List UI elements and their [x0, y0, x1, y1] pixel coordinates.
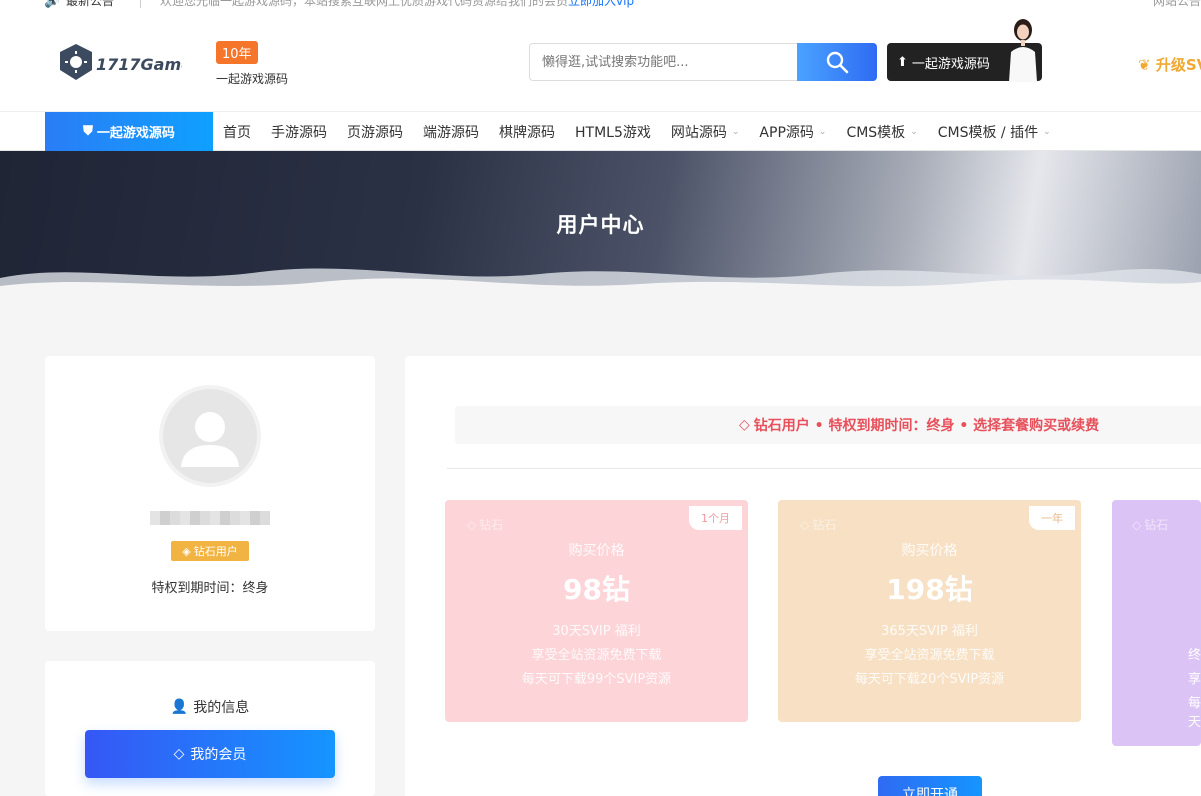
- chevron-down-icon: ⌄: [1043, 126, 1051, 137]
- nav-item[interactable]: APP源码 ⌄: [749, 112, 836, 151]
- site-subtitle: 一起游戏源码: [216, 72, 289, 86]
- nav-item-label: HTML5游戏: [575, 124, 651, 141]
- plan-benefit: 30天SVIP 福利: [552, 624, 641, 639]
- plan-benefit: 享受全站资源免费下载: [531, 648, 662, 663]
- plan-price: 198钻: [886, 573, 973, 606]
- plan-card-lifetime[interactable]: ◇ 钻石 终 享 每天: [1112, 500, 1201, 746]
- plan-corner: ◇ 钻石: [800, 517, 837, 533]
- nav-item-label: 首页: [223, 124, 251, 141]
- nav-item[interactable]: 棋牌源码: [489, 112, 565, 151]
- nav-item[interactable]: 页游源码: [337, 112, 413, 151]
- nav-item[interactable]: 网站源码 ⌄: [661, 112, 750, 151]
- chevron-down-icon: ⌄: [818, 126, 827, 137]
- main-nav: ⛊ 一起游戏源码 首页 手游源码 页游源码 端游源码 棋牌源码 HTML5游戏 网站源码 ⌄ A…: [0, 111, 1201, 151]
- user-menu-card: 👤 我的信息 ◇ 我的会员: [45, 661, 375, 796]
- plan-caption: 购买价格: [568, 543, 625, 559]
- plan-caption: 购买价格: [901, 543, 958, 559]
- nav-item-label: 手游源码: [271, 124, 327, 141]
- chevron-down-icon: ⌄: [731, 126, 740, 137]
- nav-item[interactable]: 手游源码: [261, 112, 337, 151]
- nav-item-label: 页游源码: [347, 124, 403, 141]
- divider: [447, 468, 1201, 469]
- nav-item-label: APP源码: [759, 124, 814, 141]
- nav-item-label: 端游源码: [423, 124, 479, 141]
- nav-item[interactable]: HTML5游戏: [565, 112, 661, 151]
- divider: [140, 0, 141, 8]
- expire-text: 特权到期时间：终身: [151, 581, 269, 596]
- logo-text: 1717Game: [96, 55, 182, 74]
- nav-item[interactable]: 首页: [213, 112, 261, 151]
- plan-benefit: 享受全站资源免费下载: [864, 648, 995, 663]
- plan-benefit: 每天可下载99个SVIP资源: [521, 672, 672, 687]
- plan-duration-tag: 一年: [1029, 506, 1075, 530]
- upgrade-svip-link[interactable]: ❦ 升级SVIP: [1138, 54, 1201, 75]
- menu-my-info[interactable]: 👤 我的信息: [45, 697, 375, 717]
- announcement-label: 最新公告: [66, 0, 115, 8]
- nav-item-label: 棋牌源码: [499, 124, 555, 141]
- announcement-bar: 🔊 最新公告 欢迎您光临一起游戏源码，本站搜索互联网上优质游戏代码资源给我们的会…: [0, 0, 1201, 14]
- plan-corner: ◇ 钻石: [467, 517, 504, 533]
- buy-now-button[interactable]: 立即开通: [878, 776, 982, 796]
- upload-icon: ⬆: [897, 54, 908, 70]
- username-blurred: [150, 511, 270, 525]
- plan-benefit-fragment: 每天: [1188, 696, 1201, 730]
- avatar[interactable]: [159, 385, 261, 487]
- wings-icon: ❦: [1138, 56, 1151, 74]
- menu-my-vip[interactable]: ◇ 我的会员: [85, 730, 335, 778]
- plan-card-monthly[interactable]: ◇ 钻石 1个月 购买价格 98钻 30天SVIP 福利 享受全站资源免费下载 每…: [445, 500, 748, 722]
- person-icon: 👤: [170, 699, 189, 715]
- plan-price: 98钻: [563, 573, 630, 606]
- plan-benefit: 每天可下载20个SVIP资源: [854, 672, 1005, 687]
- vip-badge: ◈ 钻石用户: [171, 541, 249, 561]
- search-icon: [826, 51, 849, 74]
- plan-duration-tag: 1个月: [689, 506, 742, 530]
- profile-card: ◈ 钻石用户 特权到期时间：终身: [45, 356, 375, 631]
- search-input[interactable]: [529, 43, 797, 81]
- diamond-icon: ◇: [1132, 517, 1142, 532]
- user-icon: [163, 389, 257, 483]
- search-button[interactable]: [797, 43, 877, 81]
- diamond-icon: ◇: [467, 517, 477, 532]
- diamond-icon: ◈: [182, 544, 191, 558]
- diamond-icon: ◇: [173, 746, 185, 762]
- nav-item[interactable]: 端游源码: [413, 112, 489, 151]
- plan-benefit: 365天SVIP 福利: [881, 624, 978, 639]
- site-header: 1717Game 10年 一起游戏源码 ⬆ 一起游戏源码 ❦ 升级SVIP: [0, 14, 1201, 111]
- vip-status-text: ◇ 钻石用户 • 特权到期时间：终身 • 选择套餐购买或续费: [739, 417, 1100, 434]
- nav-item-label: CMS模板 / 插件: [937, 124, 1039, 141]
- plan-card-yearly[interactable]: ◇ 钻石 一年 购买价格 198钻 365天SVIP 福利 享受全站资源免费下载 …: [778, 500, 1081, 722]
- nav-brand[interactable]: ⛊ 一起游戏源码: [45, 112, 213, 151]
- nav-items: 首页 手游源码 页游源码 端游源码 棋牌源码 HTML5游戏 网站源码 ⌄ APP源码 ⌄ CMS模…: [213, 112, 1061, 151]
- mascot-image: [1003, 18, 1043, 82]
- speaker-icon: 🔊: [44, 0, 61, 9]
- page-title: 用户中心: [556, 213, 645, 237]
- nav-item[interactable]: CMS模板 / 插件 ⌄: [928, 112, 1061, 151]
- nav-item-label: 网站源码: [670, 124, 727, 141]
- vip-status-bar: ◇ 钻石用户 • 特权到期时间：终身 • 选择套餐购买或续费: [455, 406, 1201, 444]
- banner-wave: [0, 268, 1201, 296]
- shield-icon: ⛊: [83, 124, 93, 139]
- year-badge: 10年: [216, 41, 258, 64]
- site-logo[interactable]: 1717Game: [58, 43, 192, 83]
- join-vip-link[interactable]: 立即加入vip: [568, 0, 634, 8]
- site-notice-link[interactable]: 网站公告: [1153, 0, 1201, 9]
- plan-benefit-fragment: 终: [1188, 648, 1201, 663]
- chevron-down-icon: ⌄: [910, 126, 918, 137]
- plan-benefit-fragment: 享: [1188, 672, 1201, 687]
- nav-item-label: CMS模板: [846, 124, 906, 141]
- nav-item[interactable]: CMS模板 ⌄: [836, 112, 927, 151]
- vip-panel: ◇ 钻石用户 • 特权到期时间：终身 • 选择套餐购买或续费 ◇ 钻石 1个月 购…: [405, 356, 1201, 796]
- page-banner: 用户中心: [0, 151, 1201, 296]
- diamond-icon: ◇: [739, 417, 750, 433]
- announcement-text: 欢迎您光临一起游戏源码，本站搜索互联网上优质游戏代码资源给我们的会员立即加入vi…: [160, 0, 634, 9]
- source-button-label: 一起游戏源码: [911, 56, 990, 72]
- diamond-icon: ◇: [800, 517, 810, 532]
- plan-corner: ◇ 钻石: [1132, 517, 1169, 533]
